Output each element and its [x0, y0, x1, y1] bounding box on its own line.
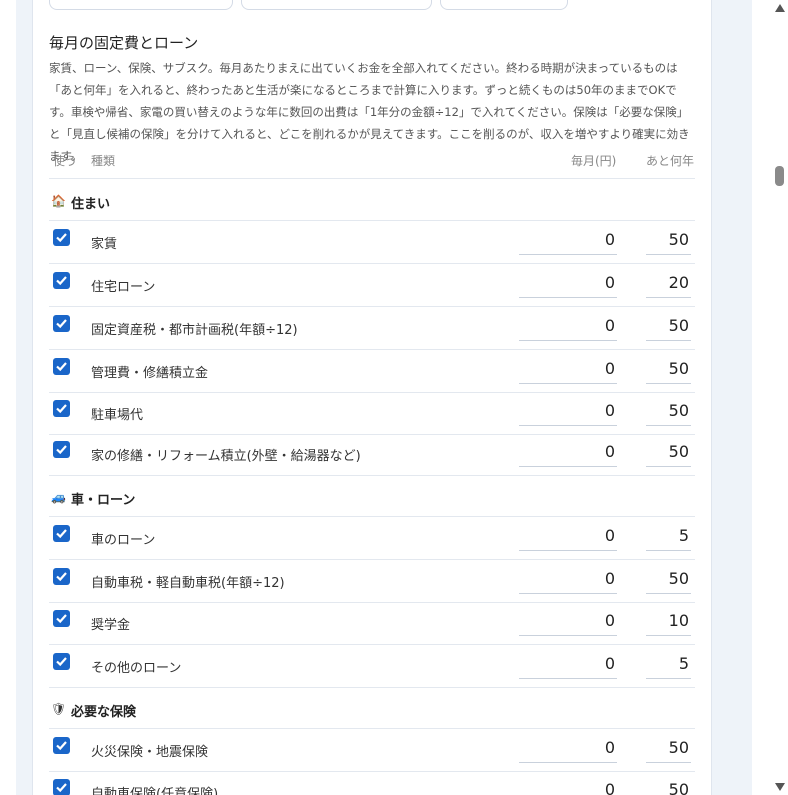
years-remaining-input[interactable]: 50 — [646, 313, 691, 341]
category-label: 住まい — [71, 197, 111, 212]
years-remaining-input[interactable]: 50 — [646, 227, 691, 255]
expense-row-management-fee: 管理費・修繕積立金 0 50 — [49, 350, 695, 393]
monthly-amount-input[interactable]: 0 — [519, 777, 617, 795]
years-remaining-input[interactable]: 50 — [646, 356, 691, 384]
column-header-use: 使う — [53, 154, 78, 168]
monthly-amount-input[interactable]: 0 — [519, 608, 617, 636]
years-remaining-input[interactable]: 5 — [646, 523, 691, 551]
category-required-insurance: 🛡 必要な保険 — [49, 687, 695, 729]
expense-label: 駐車場代 — [91, 408, 144, 423]
category-label: 必要な保険 — [71, 705, 137, 720]
top-tab-button-1[interactable] — [49, 0, 233, 10]
expense-label: 自動車保険(任意保険) — [91, 787, 219, 795]
use-checkbox[interactable] — [53, 568, 70, 585]
use-checkbox[interactable] — [53, 272, 70, 289]
monthly-amount-input[interactable]: 0 — [519, 270, 617, 298]
use-checkbox[interactable] — [53, 779, 70, 795]
expense-row-property-tax: 固定資産税・都市計画税(年額÷12) 0 50 — [49, 307, 695, 350]
monthly-amount-input[interactable]: 0 — [519, 439, 617, 467]
section-title: 毎月の固定費とローン — [49, 34, 199, 52]
monthly-amount-input[interactable]: 0 — [519, 313, 617, 341]
years-remaining-input[interactable]: 50 — [646, 777, 691, 795]
vertical-scrollbar[interactable] — [770, 0, 788, 795]
expense-row-rent: 家賃 0 50 — [49, 221, 695, 264]
page-viewport: 毎月の固定費とローン 家賃、ローン、保険、サブスク。毎月あたりまえに出ていくお金… — [0, 0, 788, 795]
expense-label: その他のローン — [91, 661, 182, 676]
years-remaining-input[interactable]: 50 — [646, 735, 691, 763]
expense-row-mortgage: 住宅ローン 0 20 — [49, 264, 695, 307]
years-remaining-input[interactable]: 50 — [646, 398, 691, 426]
top-tab-button-3[interactable] — [440, 0, 568, 10]
expense-row-car-tax: 自動車税・軽自動車税(年額÷12) 0 50 — [49, 560, 695, 603]
category-car-loans: 🚙 車・ローン — [49, 475, 695, 517]
scroll-up-arrow-icon[interactable] — [775, 4, 785, 12]
car-icon: 🚙 — [51, 490, 66, 504]
expense-label: 車のローン — [91, 533, 156, 548]
use-checkbox[interactable] — [53, 441, 70, 458]
monthly-amount-input[interactable]: 0 — [519, 398, 617, 426]
expense-row-fire-insurance: 火災保険・地震保険 0 50 — [49, 729, 695, 772]
column-header-years: あと何年 — [646, 154, 695, 168]
monthly-amount-input[interactable]: 0 — [519, 523, 617, 551]
monthly-amount-input[interactable]: 0 — [519, 227, 617, 255]
category-label: 車・ローン — [71, 493, 136, 508]
shield-icon: 🛡 — [51, 702, 67, 716]
expense-label: 住宅ローン — [91, 280, 156, 295]
expense-row-other-loan: その他のローン 0 5 — [49, 645, 695, 688]
monthly-amount-input[interactable]: 0 — [519, 356, 617, 384]
monthly-amount-input[interactable]: 0 — [519, 735, 617, 763]
house-icon: 🏠 — [51, 194, 66, 208]
monthly-amount-input[interactable]: 0 — [519, 566, 617, 594]
years-remaining-input[interactable]: 50 — [646, 439, 691, 467]
expense-label: 火災保険・地震保険 — [91, 745, 209, 760]
use-checkbox[interactable] — [53, 653, 70, 670]
use-checkbox[interactable] — [53, 737, 70, 754]
expense-row-car-insurance: 自動車保険(任意保険) 0 50 — [49, 771, 695, 795]
table-header: 使う 種類 毎月(円) あと何年 — [49, 150, 695, 179]
category-housing: 🏠 住まい — [49, 179, 695, 221]
use-checkbox[interactable] — [53, 525, 70, 542]
expense-label: 固定資産税・都市計画税(年額÷12) — [91, 323, 298, 338]
expense-row-parking: 駐車場代 0 50 — [49, 392, 695, 435]
column-header-type: 種類 — [91, 154, 116, 168]
scroll-down-arrow-icon[interactable] — [775, 783, 785, 791]
use-checkbox[interactable] — [53, 315, 70, 332]
years-remaining-input[interactable]: 50 — [646, 566, 691, 594]
expense-row-home-repair: 家の修繕・リフォーム積立(外壁・給湯器など) 0 50 — [49, 433, 695, 476]
use-checkbox[interactable] — [53, 358, 70, 375]
column-header-monthly: 毎月(円) — [571, 154, 617, 168]
expense-label: 家賃 — [91, 237, 118, 252]
scrollbar-thumb[interactable] — [775, 166, 784, 186]
top-tab-button-2[interactable] — [241, 0, 432, 10]
expense-label: 管理費・修繕積立金 — [91, 366, 209, 381]
use-checkbox[interactable] — [53, 400, 70, 417]
use-checkbox[interactable] — [53, 229, 70, 246]
monthly-amount-input[interactable]: 0 — [519, 651, 617, 679]
use-checkbox[interactable] — [53, 610, 70, 627]
expense-row-scholarship: 奨学金 0 10 — [49, 602, 695, 645]
expense-label: 自動車税・軽自動車税(年額÷12) — [91, 576, 285, 591]
expense-row-car-loan: 車のローン 0 5 — [49, 517, 695, 560]
expense-label: 奨学金 — [91, 618, 131, 633]
years-remaining-input[interactable]: 5 — [646, 651, 691, 679]
years-remaining-input[interactable]: 10 — [646, 608, 691, 636]
years-remaining-input[interactable]: 20 — [646, 270, 691, 298]
expense-label: 家の修繕・リフォーム積立(外壁・給湯器など) — [91, 449, 361, 464]
